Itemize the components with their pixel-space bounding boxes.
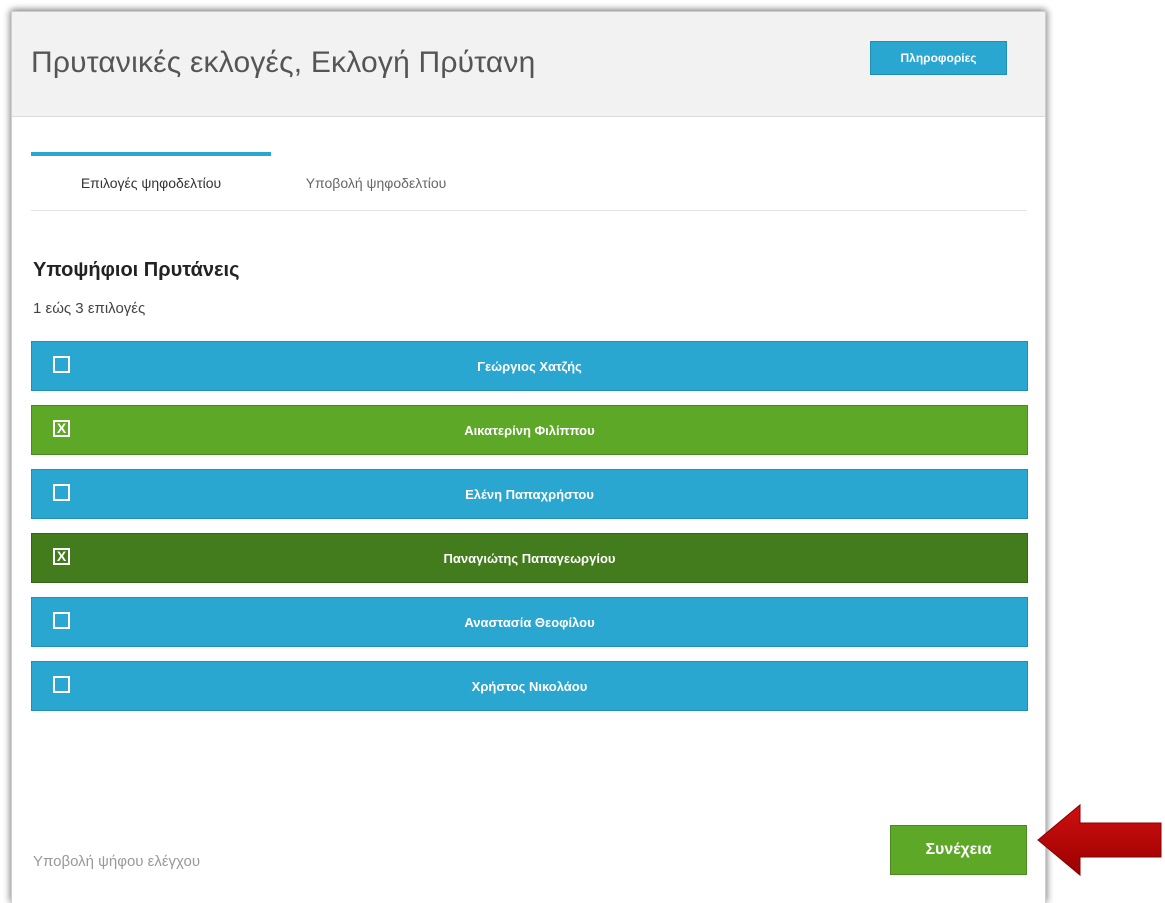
ballot-tabs: Επιλογές ψηφοδελτίου Υποβολή ψηφοδελτίου xyxy=(31,152,1027,211)
candidate-option[interactable]: X Αικατερίνη Φιλίππου xyxy=(31,405,1028,455)
candidate-name: Αικατερίνη Φιλίππου xyxy=(464,422,595,438)
test-vote-link[interactable]: Υποβολή ψήφου ελέγχου xyxy=(33,853,200,870)
candidate-option[interactable]: Γεώργιος Χατζής xyxy=(31,341,1028,391)
continue-button[interactable]: Συνέχεια xyxy=(890,825,1027,875)
candidate-name: Ελένη Παπαχρήστου xyxy=(465,486,594,502)
candidate-list: Γεώργιος Χατζής X Αικατερίνη Φιλίππου Ελ… xyxy=(31,341,1028,725)
red-arrow-left-icon xyxy=(1037,803,1162,877)
candidate-option[interactable]: Χρήστος Νικολάου xyxy=(31,661,1028,711)
candidate-option[interactable]: Ελένη Παπαχρήστου xyxy=(31,469,1028,519)
tab-ballot-options[interactable]: Επιλογές ψηφοδελτίου xyxy=(31,152,271,210)
candidate-name: Παναγιώτης Παπαγεωργίου xyxy=(443,550,616,566)
candidate-name: Γεώργιος Χατζής xyxy=(477,358,582,374)
page-title: Πρυτανικές εκλογές, Εκλογή Πρύτανη xyxy=(31,46,536,79)
candidate-option[interactable]: X Παναγιώτης Παπαγεωργίου xyxy=(31,533,1028,583)
candidate-name: Αναστασία Θεοφίλου xyxy=(464,614,595,630)
tab-ballot-submit[interactable]: Υποβολή ψηφοδελτίου xyxy=(271,152,481,210)
candidate-name: Χρήστος Νικολάου xyxy=(471,678,588,694)
info-button[interactable]: Πληροφορίες xyxy=(870,41,1007,75)
choices-hint: 1 εώς 3 επιλογές xyxy=(33,300,146,317)
header-bar: Πρυτανικές εκλογές, Εκλογή Πρύτανη Πληρο… xyxy=(12,12,1045,117)
candidate-option[interactable]: Αναστασία Θεοφίλου xyxy=(31,597,1028,647)
section-title: Υποψήφιοι Πρυτάνεις xyxy=(33,259,240,281)
ballot-panel: Πρυτανικές εκλογές, Εκλογή Πρύτανη Πληρο… xyxy=(11,11,1046,903)
